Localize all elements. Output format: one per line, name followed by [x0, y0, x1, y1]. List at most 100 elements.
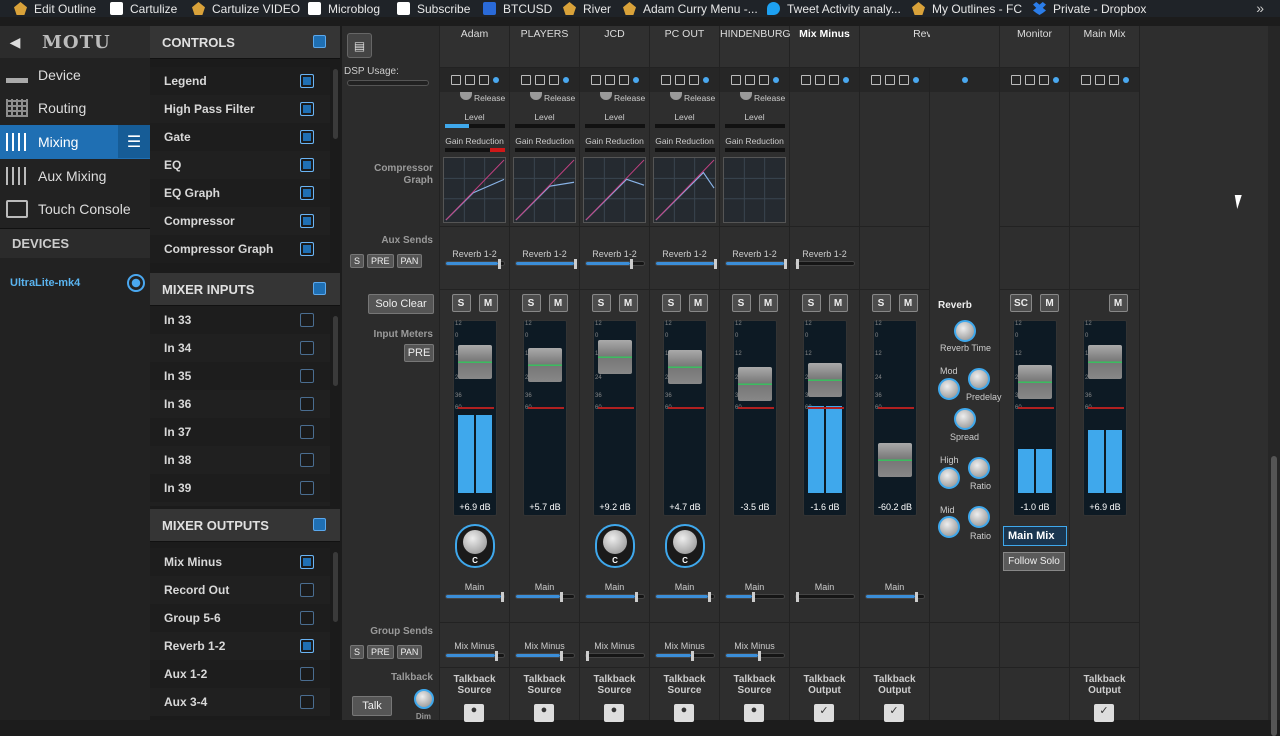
nav-touch-console[interactable]: Touch Console: [0, 192, 150, 226]
release-knob[interactable]: [460, 92, 472, 100]
group-pre-button[interactable]: PRE: [367, 645, 394, 659]
copy-icon[interactable]: [898, 75, 909, 85]
channel-name[interactable]: PC OUT: [650, 26, 719, 68]
channel-name[interactable]: Adam: [440, 26, 509, 68]
channel-name[interactable]: JCD: [580, 26, 649, 68]
aux-send-slider[interactable]: [445, 259, 505, 269]
nav-mixing[interactable]: Mixing ☰: [0, 125, 150, 159]
channel-fader[interactable]: 12012243660 -60.2 dB: [873, 320, 917, 516]
settings-icon[interactable]: [730, 75, 741, 85]
bookmark-6[interactable]: River: [563, 0, 611, 17]
settings-icon[interactable]: [660, 75, 671, 85]
aux-pre-button[interactable]: PRE: [367, 254, 394, 268]
high-knob[interactable]: [938, 467, 960, 489]
solo-button[interactable]: S: [521, 294, 541, 312]
panel-item[interactable]: Compressor Graph: [150, 235, 330, 263]
panel-item-checkbox[interactable]: [300, 397, 314, 411]
channel-fader[interactable]: 12012243660 -1.0 dB: [1013, 320, 1057, 516]
release-knob[interactable]: [600, 92, 612, 100]
solo-button[interactable]: S: [731, 294, 751, 312]
settings-icon[interactable]: [870, 75, 881, 85]
panel-item[interactable]: Gate: [150, 123, 330, 151]
copy-icon[interactable]: [828, 75, 839, 85]
link-icon[interactable]: [961, 77, 968, 83]
reverb-time-knob[interactable]: [954, 320, 976, 342]
panel-item[interactable]: Aux 3-4: [150, 688, 330, 716]
fader-cap[interactable]: [1088, 345, 1122, 379]
panel-item-checkbox[interactable]: [300, 639, 314, 653]
bookmark-5[interactable]: BTCUSD: [483, 0, 552, 17]
grid-icon[interactable]: [744, 75, 755, 85]
main-send-slider[interactable]: [865, 592, 925, 602]
link-icon[interactable]: [562, 77, 569, 83]
link-icon[interactable]: [702, 77, 709, 83]
channel-name[interactable]: Main Mix: [1070, 26, 1139, 68]
bookmark-4[interactable]: Subscribe: [397, 0, 470, 17]
panel-item-checkbox[interactable]: [300, 369, 314, 383]
copy-icon[interactable]: [758, 75, 769, 85]
panel-item-checkbox[interactable]: [300, 667, 314, 681]
bookmark-7[interactable]: Adam Curry Menu -...: [623, 0, 758, 17]
settings-icon[interactable]: [590, 75, 601, 85]
panel-item[interactable]: EQ: [150, 151, 330, 179]
right-scrollbar[interactable]: [1268, 26, 1280, 736]
channel-fader[interactable]: 12012243660 +4.7 dB: [663, 320, 707, 516]
main-send-slider[interactable]: [445, 592, 505, 602]
main-send-slider[interactable]: [515, 592, 575, 602]
controls-header[interactable]: CONTROLS: [150, 26, 340, 59]
solo-clear-button[interactable]: Solo Clear: [368, 294, 434, 314]
panel-item-checkbox[interactable]: [300, 74, 314, 88]
high-ratio-knob[interactable]: [968, 457, 990, 479]
release-knob[interactable]: [670, 92, 682, 100]
panel-item-checkbox[interactable]: [300, 453, 314, 467]
link-icon[interactable]: [1052, 77, 1059, 83]
panel-item[interactable]: EQ Graph: [150, 179, 330, 207]
link-icon[interactable]: [772, 77, 779, 83]
panel-item[interactable]: Aux 1-2: [150, 660, 330, 688]
panel-scrollbar[interactable]: [333, 552, 338, 622]
fader-cap[interactable]: [878, 443, 912, 477]
bookmarks-more-button[interactable]: »: [1256, 0, 1264, 17]
predelay-knob[interactable]: [968, 368, 990, 390]
bookmark-0[interactable]: Edit Outline: [14, 0, 96, 17]
grid-icon[interactable]: [814, 75, 825, 85]
link-icon[interactable]: [492, 77, 499, 83]
mod-knob[interactable]: [938, 378, 960, 400]
copy-icon[interactable]: [1038, 75, 1049, 85]
panel-item-checkbox[interactable]: [300, 583, 314, 597]
panel-item-checkbox[interactable]: [300, 695, 314, 709]
channel-name[interactable]: HINDENBURG: [720, 26, 791, 68]
channel-fader[interactable]: 12012243660 +6.9 dB: [1083, 320, 1127, 516]
main-send-slider[interactable]: [725, 592, 785, 602]
mid-ratio-knob[interactable]: [968, 506, 990, 528]
aux-send-slider[interactable]: [515, 259, 577, 269]
mute-button[interactable]: M: [898, 294, 918, 312]
bookmark-9[interactable]: My Outlines - FC: [912, 0, 1022, 17]
mute-button[interactable]: M: [548, 294, 568, 312]
mixer-inputs-header[interactable]: MIXER INPUTS: [150, 273, 340, 306]
mixer-outputs-header[interactable]: MIXER OUTPUTS: [150, 509, 340, 542]
link-icon[interactable]: [632, 77, 639, 83]
bookmark-1[interactable]: Cartulize: [110, 0, 177, 17]
grid-icon[interactable]: [534, 75, 545, 85]
panel-item[interactable]: Group 5-6: [150, 604, 330, 632]
solo-button[interactable]: S: [451, 294, 471, 312]
panel-item-checkbox[interactable]: [300, 611, 314, 625]
talkback-source-button[interactable]: ●: [534, 704, 554, 722]
copy-icon[interactable]: [548, 75, 559, 85]
panel-item[interactable]: Compressor: [150, 207, 330, 235]
panel-item-checkbox[interactable]: [300, 242, 314, 256]
grid-icon[interactable]: [884, 75, 895, 85]
group-s-button[interactable]: S: [350, 645, 365, 659]
group-send-slider[interactable]: [445, 651, 505, 661]
aux-send-slider[interactable]: [795, 259, 855, 269]
panel-item-checkbox[interactable]: [300, 186, 314, 200]
grid-icon[interactable]: [1094, 75, 1105, 85]
mute-button[interactable]: M: [688, 294, 708, 312]
channel-fader[interactable]: 12012243660 -3.5 dB: [733, 320, 777, 516]
group-send-slider[interactable]: [655, 651, 715, 661]
outputs-toggle[interactable]: [313, 518, 326, 531]
main-send-slider[interactable]: [795, 592, 855, 602]
main-send-slider[interactable]: [655, 592, 715, 602]
panel-item[interactable]: Mix Minus: [150, 548, 330, 576]
